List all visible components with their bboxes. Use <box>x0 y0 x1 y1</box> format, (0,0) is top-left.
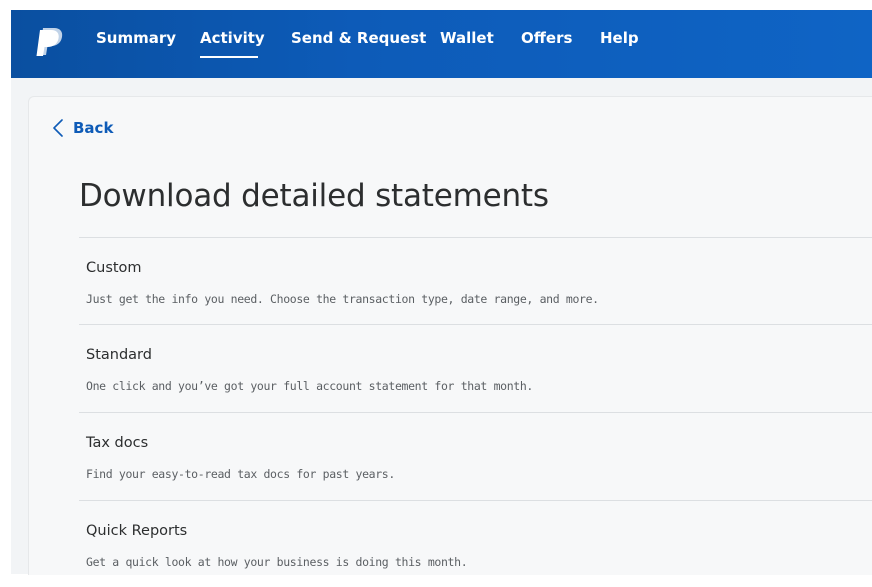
option-description: One click and you’ve got your full accou… <box>86 379 534 393</box>
option-title: Tax docs <box>86 435 149 451</box>
nav-wallet[interactable]: Wallet <box>440 29 494 47</box>
nav-offers[interactable]: Offers <box>521 29 572 47</box>
option-title: Custom <box>86 260 142 276</box>
chevron-left-icon <box>53 119 63 137</box>
nav-send-request[interactable]: Send & Request <box>291 29 426 47</box>
option-title: Standard <box>86 347 152 363</box>
nav-help[interactable]: Help <box>600 29 639 47</box>
window-top-edge <box>0 0 872 10</box>
option-tax-docs[interactable]: Tax docs Find your easy-to-read tax docs… <box>79 413 872 499</box>
top-navigation-bar: Summary Activity Send & Request Wallet O… <box>11 10 872 78</box>
nav-active-underline <box>200 56 258 58</box>
option-description: Find your easy-to-read tax docs for past… <box>86 467 395 481</box>
page-title: Download detailed statements <box>79 178 549 214</box>
option-description: Get a quick look at how your business is… <box>86 555 468 569</box>
back-label: Back <box>73 119 114 137</box>
option-title: Quick Reports <box>86 523 188 539</box>
paypal-logo-icon[interactable] <box>35 26 65 58</box>
back-link[interactable]: Back <box>52 118 113 138</box>
nav-activity[interactable]: Activity <box>200 29 265 47</box>
option-description: Just get the info you need. Choose the t… <box>86 292 599 306</box>
option-quick-reports[interactable]: Quick Reports Get a quick look at how yo… <box>79 501 872 587</box>
option-custom[interactable]: Custom Just get the info you need. Choos… <box>79 238 872 324</box>
option-standard[interactable]: Standard One click and you’ve got your f… <box>79 325 872 411</box>
nav-summary[interactable]: Summary <box>96 29 176 47</box>
